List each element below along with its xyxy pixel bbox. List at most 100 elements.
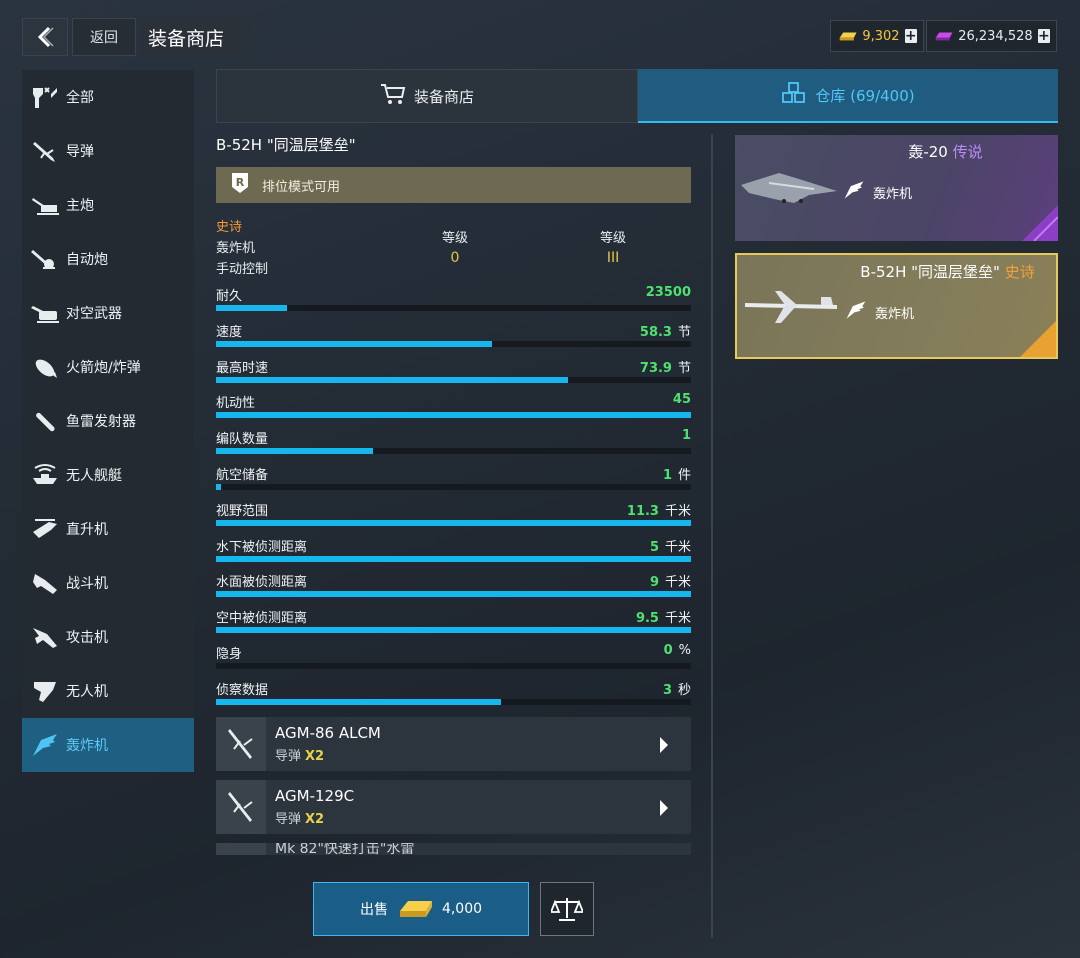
stat-bar-track [216, 340, 691, 347]
card-name: 轰-20 [908, 143, 948, 161]
rank-mode-label: 排位模式可用 [262, 179, 341, 195]
fighter-icon [30, 568, 60, 598]
rank-mode-banner: R 排位模式可用 [216, 167, 691, 203]
stat-number: 23500 [645, 285, 691, 300]
stat-row: 侦察数据 3 秒 [216, 673, 691, 709]
tab-label: 装备商店 [413, 87, 474, 106]
stat-bar-fill [216, 340, 492, 347]
bomber-image [741, 173, 837, 203]
stat-number: 9.5 [635, 611, 659, 627]
stat-number: 11.3 [626, 503, 659, 519]
stat-label: 编队数量 [216, 432, 269, 448]
grade-label: 等级 [600, 231, 627, 246]
shop-tabs: 装备商店 仓库 (69/400) [216, 69, 1058, 123]
autocannon-icon [30, 244, 60, 274]
missile-icon [216, 779, 266, 834]
chevron-right-icon [660, 799, 668, 816]
tab-shop[interactable]: 装备商店 [216, 69, 638, 123]
tab-warehouse[interactable]: 仓库 (69/400) [638, 69, 1058, 123]
stat-number: 58.3 [639, 324, 672, 340]
stat-bar-fill [216, 555, 691, 562]
stat-value: 73.9 节 [640, 357, 691, 376]
stat-value: 1件 [663, 464, 691, 483]
sidebar-item-main-gun[interactable]: 主炮 [22, 178, 194, 232]
epic-corner-icon [1020, 321, 1056, 357]
sidebar-item-autocannon[interactable]: 自动炮 [22, 232, 194, 286]
missile-icon [30, 136, 60, 166]
unit-title: B-52H "同温层堡垒" [216, 136, 356, 154]
warehouse-card-selected[interactable]: B-52H "同温层堡垒" 史诗 轰炸机 [735, 253, 1058, 359]
stat-unit: 千米 [664, 575, 691, 591]
stat-label: 速度 [216, 324, 243, 340]
sidebar-item-label: 攻击机 [66, 630, 108, 646]
grade-block-2: 等级 III [600, 227, 626, 266]
weapon-row[interactable]: AGM-86 ALCM 导弹 X2 [216, 716, 691, 771]
sidebar-item-drone[interactable]: 无人机 [22, 664, 194, 718]
gold-amount: 9,302 [862, 28, 900, 44]
stat-row: 耐久 23500 [216, 279, 691, 315]
card-rarity: 史诗 [1004, 263, 1035, 281]
stat-value: 23500 [646, 285, 691, 300]
premium-currency: 26,234,528 + [926, 20, 1057, 52]
sidebar-item-helicopter[interactable]: 直升机 [22, 502, 194, 556]
stat-label: 隐身 [216, 646, 243, 662]
sell-button[interactable]: 出售 4,000 [313, 882, 529, 936]
sidebar-item-label: 全部 [66, 90, 94, 106]
back-button[interactable]: 返回 [72, 18, 136, 56]
weapon-row[interactable]: AGM-129C 导弹 X2 [216, 779, 691, 834]
sidebar-item-fighter[interactable]: 战斗机 [22, 556, 194, 610]
sidebar-item-rocket-bomb[interactable]: 火箭炮/炸弹 [22, 340, 194, 394]
sidebar-item-label: 自动炮 [66, 252, 108, 268]
back-arrow-button[interactable] [22, 18, 68, 56]
sidebar-item-all[interactable]: 全部 [22, 70, 194, 124]
stat-row: 空中被侦测距离 9.5 千米 [216, 601, 691, 637]
sell-label: 出售 [359, 902, 388, 918]
unit-detail-panel: B-52H "同温层堡垒" R 排位模式可用 史诗 轰炸机 手动控制 等级 0 … [216, 134, 691, 855]
bomber-icon [30, 730, 60, 760]
stat-unit: 节 [677, 360, 691, 376]
sidebar-item-label: 轰炸机 [66, 738, 108, 754]
top-bar: 返回 装备商店 [22, 18, 268, 56]
stat-label: 航空储备 [216, 467, 269, 483]
stat-number: 1 [681, 428, 691, 444]
stat-bar-track [216, 519, 691, 526]
stats-list: 耐久 23500 速度 58.3 节最高时速 73.9 节机动性 45 编队数量 1 航空储备 1 件视… [216, 279, 691, 709]
sidebar-item-label: 战斗机 [66, 576, 108, 592]
stat-number: 73.9 [639, 360, 672, 376]
stat-number: 1 [662, 467, 672, 483]
sidebar-item-missile[interactable]: 导弹 [22, 124, 194, 178]
sidebar-item-label: 导弹 [66, 144, 94, 160]
add-premium-button[interactable]: + [1037, 29, 1050, 43]
weapon-count: X2 [305, 748, 325, 764]
stat-value: 58.3 节 [640, 321, 691, 340]
stat-label: 耐久 [216, 289, 243, 304]
sidebar-item-label: 无人机 [66, 684, 108, 700]
sidebar-item-torpedo[interactable]: 鱼雷发射器 [22, 394, 194, 448]
sidebar-item-drone-boat[interactable]: 无人舰艇 [22, 448, 194, 502]
warehouse-card[interactable]: 轰-20 传说 轰炸机 [735, 135, 1058, 241]
stat-bar-fill [216, 305, 288, 311]
card-type-label: 轰炸机 [873, 186, 913, 202]
sidebar-item-attacker[interactable]: 攻击机 [22, 610, 194, 664]
stat-unit: 千米 [664, 539, 691, 555]
legendary-corner-icon [1022, 205, 1058, 241]
stat-bar-track [216, 376, 691, 383]
stat-value: 3秒 [663, 679, 691, 698]
gold-currency: 9,302 + [830, 20, 924, 52]
stat-row: 最高时速 73.9 节 [216, 351, 691, 387]
sidebar-item-bomber[interactable]: 轰炸机 [22, 718, 194, 772]
card-title: B-52H "同温层堡垒" 史诗 [845, 261, 1050, 282]
add-gold-button[interactable]: + [904, 29, 917, 43]
stat-bar-track [216, 483, 691, 490]
weapon-row-partial[interactable]: Mk 82"快速打击"水雷 [216, 842, 691, 855]
compare-button[interactable] [540, 882, 594, 936]
stat-unit: % [678, 642, 691, 658]
main-gun-icon [30, 190, 60, 220]
stat-label: 最高时速 [216, 360, 269, 376]
grade-value: 0 [450, 250, 460, 266]
grade-value: III [606, 250, 620, 266]
premium-amount: 26,234,528 [958, 28, 1033, 44]
stat-bar-fill [216, 627, 691, 634]
stat-bar-fill [216, 448, 373, 455]
sidebar-item-anti-air[interactable]: 对空武器 [22, 286, 194, 340]
